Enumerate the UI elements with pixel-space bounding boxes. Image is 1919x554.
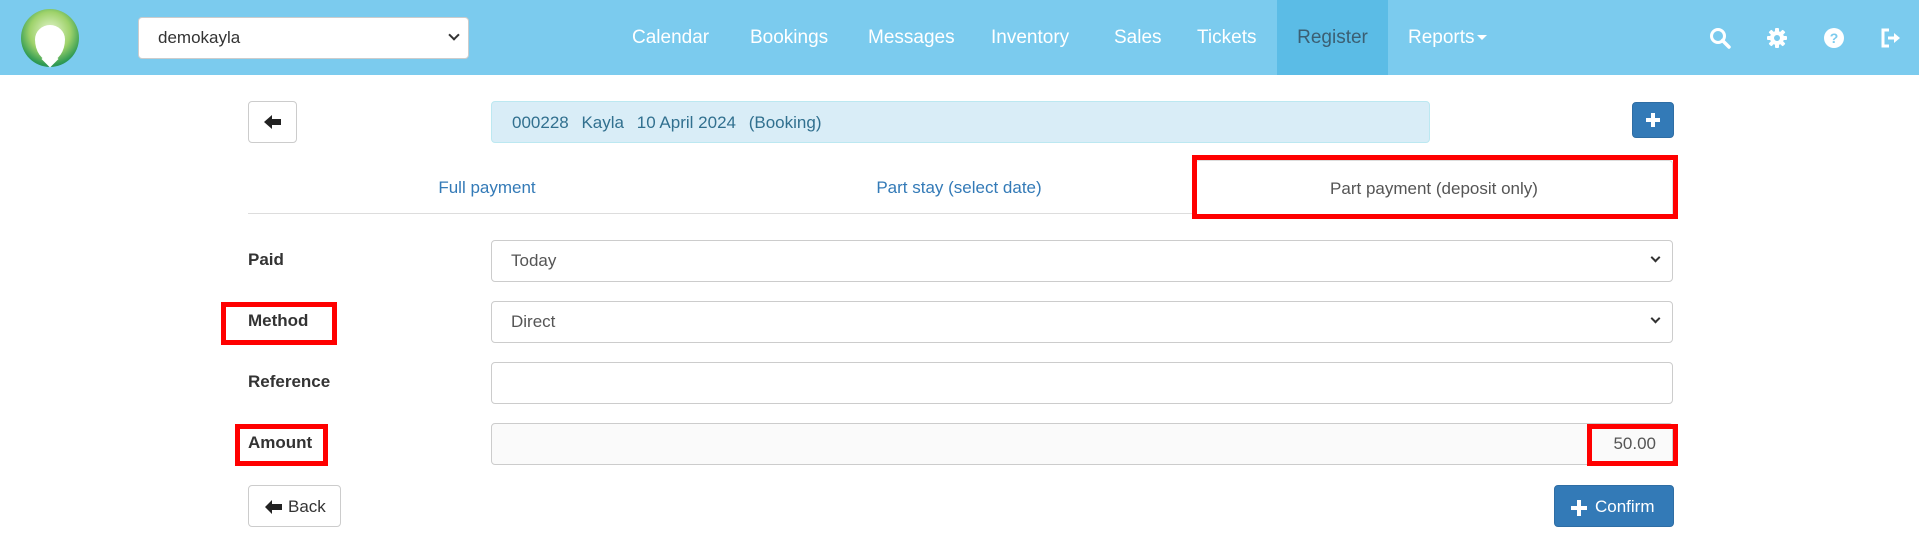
paid-label: Paid [248, 250, 284, 269]
booking-number: 000228 [512, 113, 569, 132]
arrow-left-icon [265, 500, 282, 514]
reference-input[interactable] [491, 362, 1673, 404]
reference-label: Reference [248, 372, 331, 391]
nav-sales[interactable]: Sales [1114, 0, 1162, 75]
tab-full-payment[interactable]: Full payment [248, 160, 726, 216]
highlight-part-payment-tab [1192, 155, 1678, 219]
confirm-button[interactable]: Confirm [1554, 485, 1674, 527]
nav-inventory[interactable]: Inventory [991, 0, 1069, 75]
chevron-down-icon [448, 29, 460, 41]
chevron-down-icon [1650, 313, 1661, 324]
nav-bookings[interactable]: Bookings [750, 0, 828, 75]
back-button-label: Back [288, 497, 326, 516]
method-select-value: Direct [511, 312, 556, 331]
search-icon[interactable] [1709, 27, 1731, 49]
nav-reports[interactable]: Reports [1408, 0, 1487, 75]
booking-guest: Kayla [581, 113, 624, 132]
tab-part-stay[interactable]: Part stay (select date) [720, 160, 1198, 216]
nav-tickets[interactable]: Tickets [1197, 0, 1256, 75]
plus-icon [1646, 113, 1660, 127]
chevron-down-icon [1650, 252, 1661, 263]
nav-messages[interactable]: Messages [868, 0, 955, 75]
nav-calendar[interactable]: Calendar [632, 0, 709, 75]
back-button[interactable]: Back [248, 485, 341, 527]
property-select-value: demokayla [158, 28, 241, 47]
caret-down-icon [1476, 35, 1487, 41]
back-arrow-button[interactable] [248, 101, 297, 143]
amount-input[interactable]: 50.00 [491, 423, 1673, 465]
svg-text:?: ? [1830, 30, 1839, 46]
booking-date: 10 April 2024 [636, 113, 736, 132]
logout-icon[interactable] [1880, 27, 1902, 49]
highlight-method-label [221, 302, 337, 345]
top-navbar: demokayla Calendar Bookings Messages Inv… [0, 0, 1919, 75]
add-button[interactable] [1632, 102, 1674, 138]
highlight-amount-label [235, 424, 328, 466]
plus-icon [1571, 500, 1587, 516]
gear-icon[interactable] [1766, 27, 1788, 49]
paid-select-value: Today [511, 251, 557, 270]
paid-select[interactable]: Today [491, 240, 1673, 282]
nav-register[interactable]: Register [1277, 0, 1388, 75]
arrow-left-icon [264, 115, 281, 129]
nav-reports-label: Reports [1408, 27, 1475, 48]
property-select[interactable]: demokayla [138, 17, 469, 59]
method-select[interactable]: Direct [491, 301, 1673, 343]
highlight-amount-value [1587, 424, 1678, 466]
booking-banner: 000228 Kayla 10 April 2024 (Booking) [491, 101, 1430, 143]
booking-type: (Booking) [748, 113, 822, 132]
help-icon[interactable]: ? [1823, 27, 1845, 49]
confirm-button-label: Confirm [1595, 497, 1655, 516]
